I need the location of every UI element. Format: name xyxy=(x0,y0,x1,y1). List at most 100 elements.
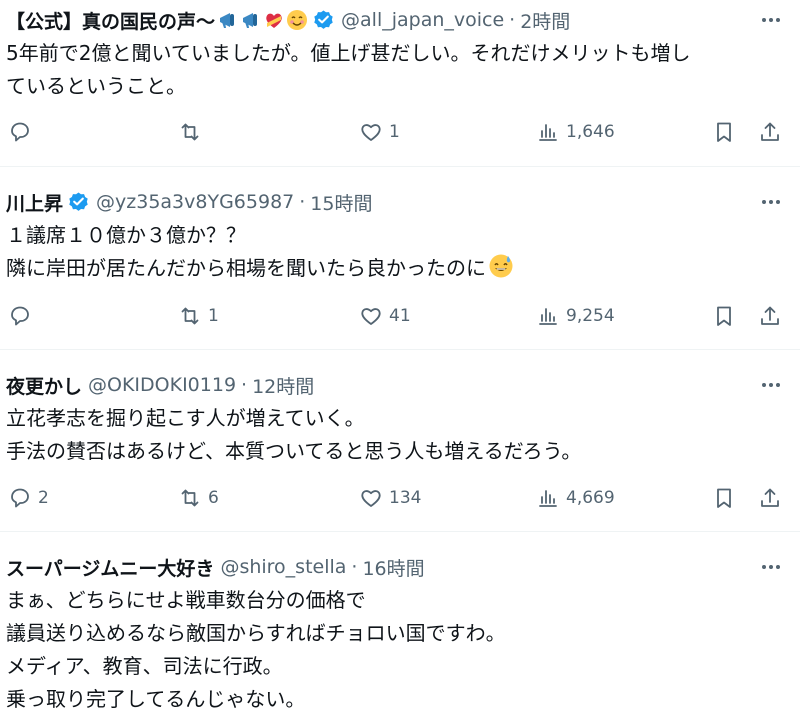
views-button[interactable]: 1,646 xyxy=(536,117,615,147)
retweet-count: 1 xyxy=(208,306,219,326)
bookmark-button[interactable] xyxy=(712,483,736,513)
share-icon xyxy=(758,120,782,144)
author-handle[interactable]: @OKIDOKI0119 xyxy=(88,374,236,396)
share-button[interactable] xyxy=(758,301,782,331)
like-count: 1 xyxy=(389,122,400,142)
bookmark-icon xyxy=(712,120,736,144)
share-button[interactable] xyxy=(758,483,782,513)
timestamp[interactable]: 12時間 xyxy=(252,372,314,399)
tweet-text-line-with-emoji: 隣に岸田が居たんだから相場を聞いたら良かったのに xyxy=(6,252,784,289)
bookmark-icon xyxy=(712,304,736,328)
share-icon xyxy=(758,304,782,328)
reply-button[interactable] xyxy=(8,301,38,331)
verified-badge-icon xyxy=(67,191,90,214)
share-icon xyxy=(758,486,782,510)
megaphone-icon xyxy=(217,9,239,31)
like-count: 41 xyxy=(389,306,411,326)
tweet-text-line: メディア、教育、司法に行政。 xyxy=(6,654,283,678)
bookmark-icon xyxy=(712,486,736,510)
tweet-actions: 1 41 9,254 xyxy=(0,301,800,331)
separator-dot: · xyxy=(509,9,516,31)
tweet-text-line: まぁ、どちらにせよ戦車数台分の価格で xyxy=(6,588,366,612)
timestamp[interactable]: 15時間 xyxy=(310,189,372,216)
author-name[interactable]: 【公式】真の国民の声〜 xyxy=(6,7,215,34)
like-button[interactable]: 134 xyxy=(359,483,421,513)
more-horizontal-icon[interactable] xyxy=(758,8,784,32)
verified-badge-icon xyxy=(312,9,335,32)
tweet-text-line: 手法の賛否はあるけど、本質ついてると思う人も増えるだろう。 xyxy=(6,439,582,463)
reply-icon xyxy=(8,304,32,328)
smiling-face-icon xyxy=(286,9,308,31)
grinning-face-with-sweat-icon xyxy=(488,253,514,289)
views-count: 1,646 xyxy=(566,122,615,142)
tweet-text-line: 乗っ取り完了してるんじゃない。 xyxy=(6,687,306,711)
author-handle[interactable]: @yz35a3v8YG65987 xyxy=(96,191,294,213)
more-horizontal-icon[interactable] xyxy=(758,190,784,214)
heart-icon xyxy=(359,304,383,328)
author-name-emojis xyxy=(217,9,308,31)
timestamp[interactable]: 2時間 xyxy=(520,7,570,34)
tweet-actions: 1 1,646 xyxy=(0,117,800,147)
reply-button[interactable]: 2 xyxy=(8,483,49,513)
retweet-icon xyxy=(178,120,202,144)
more-horizontal-icon[interactable] xyxy=(758,555,784,579)
retweet-button[interactable] xyxy=(178,117,208,147)
views-count: 4,669 xyxy=(566,488,615,508)
author-name[interactable]: 夜更かし xyxy=(6,372,82,399)
tweet-header: 川上昇 @yz35a3v8YG65987 · 15時間 xyxy=(6,188,784,216)
views-count: 9,254 xyxy=(566,306,615,326)
tweet-4[interactable]: スーパージムニー大好き @shiro_stella · 16時間 まぁ、どちらに… xyxy=(0,532,800,724)
bookmark-button[interactable] xyxy=(712,301,736,331)
like-count: 134 xyxy=(389,488,422,508)
reply-button[interactable] xyxy=(8,117,38,147)
tweet-text-line: １議席１０億か３億か？？ xyxy=(6,223,246,247)
views-button[interactable]: 9,254 xyxy=(536,301,615,331)
tweet-actions: 2 6 134 4,669 xyxy=(0,483,800,513)
tweet-text-line: 議員送り込めるなら敵国からすればチョロい国ですわ。 xyxy=(6,621,506,645)
tweet-text: 立花孝志を掘り起こす人が増えていく。 手法の賛否はあるけど、本質ついてると思う人… xyxy=(6,402,784,468)
tweet-3[interactable]: 夜更かし @OKIDOKI0119 · 12時間 立花孝志を掘り起こす人が増えて… xyxy=(0,350,800,532)
author-name[interactable]: 川上昇 xyxy=(6,189,63,216)
tweet-header: スーパージムニー大好き @shiro_stella · 16時間 xyxy=(6,553,784,581)
separator-dot: · xyxy=(351,556,358,578)
share-button[interactable] xyxy=(758,117,782,147)
like-button[interactable]: 1 xyxy=(359,117,400,147)
retweet-button[interactable]: 6 xyxy=(178,483,219,513)
retweet-button[interactable]: 1 xyxy=(178,301,219,331)
tweet-header: 【公式】真の国民の声〜 @all_japan_voice · 2時間 xyxy=(6,6,784,34)
retweet-icon xyxy=(178,304,202,328)
tweet-feed: 【公式】真の国民の声〜 @all_japan_voice · 2時間 5年前で2… xyxy=(0,0,800,724)
like-button[interactable]: 41 xyxy=(359,301,411,331)
views-bar-icon xyxy=(536,120,560,144)
author-handle[interactable]: @all_japan_voice xyxy=(341,9,504,31)
heart-with-ribbon-icon xyxy=(263,9,285,31)
heart-icon xyxy=(359,120,383,144)
tweet-text-segment: 隣に岸田が居たんだから相場を聞いたら良かったのに xyxy=(6,256,486,280)
retweet-count: 6 xyxy=(208,488,219,508)
tweet-text: １議席１０億か３億か？？ 隣に岸田が居たんだから相場を聞いたら良かったのに xyxy=(6,219,784,289)
author-name[interactable]: スーパージムニー大好き xyxy=(6,554,214,581)
reply-icon xyxy=(8,120,32,144)
retweet-icon xyxy=(178,486,202,510)
reply-icon xyxy=(8,486,32,510)
views-bar-icon xyxy=(536,486,560,510)
bookmark-button[interactable] xyxy=(712,117,736,147)
tweet-text-line: ているということ。 xyxy=(6,74,186,98)
tweet-text: 5年前で2億と聞いていましたが。値上げ甚だしい。それだけメリットも増し ていると… xyxy=(6,37,784,103)
heart-icon xyxy=(359,486,383,510)
author-handle[interactable]: @shiro_stella xyxy=(220,556,346,578)
views-button[interactable]: 4,669 xyxy=(536,483,615,513)
separator-dot: · xyxy=(241,374,248,396)
reply-count: 2 xyxy=(38,488,49,508)
views-bar-icon xyxy=(536,304,560,328)
timestamp[interactable]: 16時間 xyxy=(362,554,424,581)
tweet-text: まぁ、どちらにせよ戦車数台分の価格で 議員送り込めるなら敵国からすればチョロい国… xyxy=(6,584,784,716)
megaphone-icon xyxy=(240,9,262,31)
tweet-1[interactable]: 【公式】真の国民の声〜 @all_japan_voice · 2時間 5年前で2… xyxy=(0,0,800,167)
separator-dot: · xyxy=(299,191,306,213)
tweet-header: 夜更かし @OKIDOKI0119 · 12時間 xyxy=(6,371,784,399)
tweet-text-line: 立花孝志を掘り起こす人が増えていく。 xyxy=(6,406,365,430)
tweet-2[interactable]: 川上昇 @yz35a3v8YG65987 · 15時間 １議席１０億か３億か？？… xyxy=(0,167,800,350)
tweet-text-line: 5年前で2億と聞いていましたが。値上げ甚だしい。それだけメリットも増し xyxy=(6,41,691,65)
more-horizontal-icon[interactable] xyxy=(758,373,784,397)
